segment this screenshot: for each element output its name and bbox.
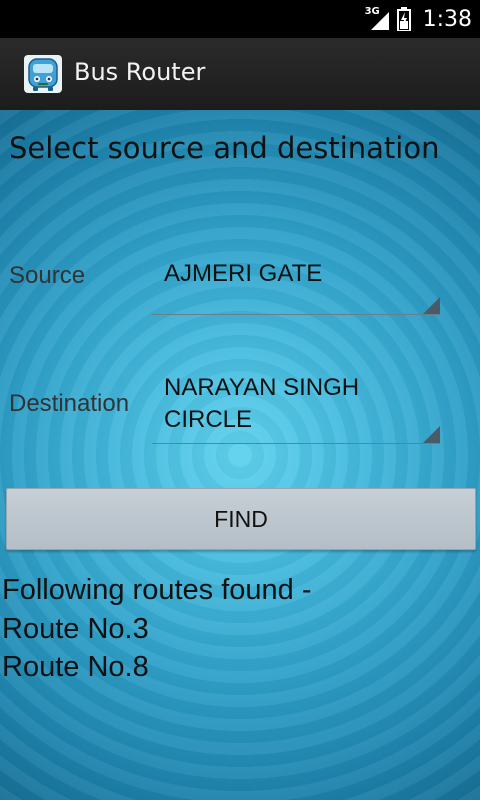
status-bar: 3G 1:38	[0, 0, 480, 38]
spinner-underline	[152, 443, 440, 444]
destination-label: Destination	[9, 390, 130, 417]
dropdown-arrow-icon	[423, 426, 440, 443]
source-spinner[interactable]: AJMERI GATE	[152, 254, 440, 316]
signal-icon: 3G	[365, 6, 389, 32]
destination-value-line1: NARAYAN SINGH	[164, 374, 360, 401]
clock: 1:38	[422, 6, 472, 32]
status-icons: 3G 1:38	[365, 0, 472, 38]
main-content: Select source and destination Source AJM…	[0, 110, 480, 800]
spinner-underline	[152, 314, 440, 315]
source-value: AJMERI GATE	[164, 260, 323, 287]
route-item: Route No.3	[2, 613, 149, 645]
destination-spinner[interactable]: NARAYAN SINGH CIRCLE	[152, 370, 440, 444]
route-item: Route No.8	[2, 651, 149, 683]
battery-icon	[396, 7, 411, 32]
bus-app-icon[interactable]	[24, 55, 62, 93]
results-header: Following routes found -	[2, 574, 312, 606]
dropdown-arrow-icon	[423, 297, 440, 314]
action-bar: Bus Router	[0, 38, 480, 112]
find-button[interactable]: FIND	[6, 488, 476, 550]
app-title: Bus Router	[74, 58, 206, 86]
source-label: Source	[9, 262, 86, 289]
page-heading: Select source and destination	[9, 131, 440, 165]
destination-value-line2: CIRCLE	[164, 406, 253, 433]
network-type: 3G	[364, 6, 380, 17]
